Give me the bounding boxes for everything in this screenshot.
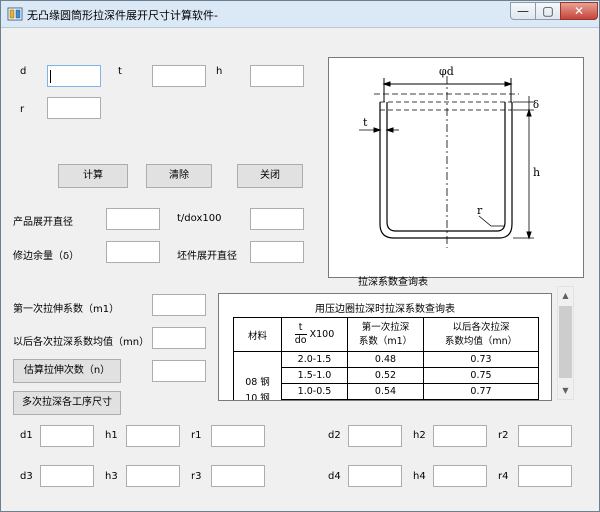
t-ratio-label: t/dox100 [177, 213, 222, 224]
d-label: d [20, 66, 27, 77]
t-label: t [118, 66, 122, 77]
r-label: r [20, 104, 25, 115]
text-caret [50, 70, 51, 83]
d2-label: d2 [328, 430, 341, 441]
mn-label: 以后各次拉深系数均值（mn） [13, 337, 150, 348]
r1-field[interactable] [211, 425, 265, 447]
minimize-icon: — [517, 4, 529, 18]
m1-label: 第一次拉伸系数（m1） [13, 304, 120, 315]
d1-label: d1 [20, 430, 33, 441]
app-window: 无凸缘圆筒形拉深件展开尺寸计算软件- — ▢ ✕ d t h r 计算 清除 关… [0, 0, 600, 512]
phi-d-label: φd [439, 65, 454, 78]
r1-label: r1 [191, 430, 202, 441]
m1-field[interactable] [152, 294, 206, 316]
h-dim-label: h [533, 166, 540, 179]
app-icon [7, 7, 23, 21]
h3-field[interactable] [126, 465, 180, 487]
coefficient-table-panel: 用压边圈拉深时拉深系数查询表 材料 t do X100 第一次拉深 系数（m1） [218, 293, 552, 401]
r3-field[interactable] [211, 465, 265, 487]
r-input[interactable] [47, 97, 101, 119]
r4-field[interactable] [518, 465, 572, 487]
cup-cross-section-diagram: φd t δ h r [359, 65, 540, 248]
cup-drawing-panel: φd t δ h r [328, 57, 584, 278]
form-client-area: d t h r 计算 清除 关闭 产品展开直径 t/dox100 修边余量（δ）… [8, 29, 593, 506]
col-first-header: 第一次拉深 系数（m1） [347, 317, 424, 352]
title-bar: 无凸缘圆筒形拉深件展开尺寸计算软件- — ▢ ✕ [1, 1, 599, 28]
h1-field[interactable] [126, 425, 180, 447]
maximize-button[interactable]: ▢ [535, 2, 561, 20]
coefficient-table-title: 拉深系数查询表 [358, 277, 428, 288]
trim-allowance-label: 修边余量（δ） [13, 251, 80, 262]
d2-field[interactable] [348, 425, 402, 447]
h2-field[interactable] [433, 425, 487, 447]
coefficient-table: 材料 t do X100 第一次拉深 系数（m1） 以后各次拉深 系数均值（mn… [233, 317, 539, 400]
multi-stage-size-button[interactable]: 多次拉深各工序尺寸 [13, 391, 121, 415]
ratio-numerator: t [294, 322, 307, 335]
r4-label: r4 [498, 471, 509, 482]
h4-label: h4 [413, 471, 426, 482]
scroll-up-icon[interactable]: ▲ [558, 287, 573, 304]
blank-diameter-label: 产品展开直径 [13, 217, 73, 228]
col-later-header: 以后各次拉深 系数均值（mn） [423, 317, 539, 352]
h3-label: h3 [105, 471, 118, 482]
material-cell: 08 钢 10 钢 [233, 351, 282, 400]
close-button[interactable]: 关闭 [237, 164, 303, 188]
r2-field[interactable] [518, 425, 572, 447]
close-window-button[interactable]: ✕ [560, 2, 598, 20]
r-dim-label: r [477, 204, 483, 217]
billet-diameter-label: 坯件展开直径 [177, 251, 237, 262]
billet-diameter-field[interactable] [250, 241, 304, 263]
blank-diameter-field[interactable] [106, 208, 160, 230]
maximize-icon: ▢ [542, 4, 554, 18]
delta-dim-label: δ [533, 100, 539, 111]
t-input[interactable] [152, 65, 206, 87]
clear-button[interactable]: 清除 [146, 164, 212, 188]
d4-field[interactable] [348, 465, 402, 487]
t-ratio-field[interactable] [250, 208, 304, 230]
col-ratio-header: t do X100 [281, 317, 348, 352]
window-title: 无凸缘圆筒形拉深件展开尺寸计算软件- [27, 9, 218, 22]
table-scrollbar[interactable]: ▲ ▼ [557, 286, 574, 400]
estimate-draw-count-button[interactable]: 估算拉伸次数（n） [13, 359, 121, 383]
h-input[interactable] [250, 65, 304, 87]
ratio-denominator: do [294, 335, 307, 346]
minimize-button[interactable]: — [510, 2, 536, 20]
close-icon: ✕ [573, 4, 585, 18]
mn-field[interactable] [152, 327, 206, 349]
t-dim-label: t [363, 116, 368, 129]
h2-label: h2 [413, 430, 426, 441]
d-input[interactable] [47, 65, 101, 87]
draw-count-field[interactable] [152, 360, 206, 382]
ratio-multiplier: X100 [309, 329, 335, 340]
d1-field[interactable] [40, 425, 94, 447]
table-caption: 用压边圈拉深时拉深系数查询表 [315, 304, 455, 315]
calculate-button[interactable]: 计算 [58, 164, 128, 188]
d3-field[interactable] [40, 465, 94, 487]
r3-label: r3 [191, 471, 202, 482]
col-material-header: 材料 [233, 317, 282, 352]
d4-label: d4 [328, 471, 341, 482]
table-row: 08 钢 10 钢 2.0-1.5 0.48 0.73 [233, 351, 539, 400]
h-label: h [216, 66, 223, 77]
trim-allowance-field[interactable] [106, 241, 160, 263]
scroll-thumb[interactable] [559, 306, 572, 378]
d3-label: d3 [20, 471, 33, 482]
h1-label: h1 [105, 430, 118, 441]
table-header-row: 材料 t do X100 第一次拉深 系数（m1） 以后各次拉深 系数均值（mn… [233, 317, 539, 352]
h4-field[interactable] [433, 465, 487, 487]
scroll-down-icon[interactable]: ▼ [558, 382, 573, 399]
r2-label: r2 [498, 430, 509, 441]
